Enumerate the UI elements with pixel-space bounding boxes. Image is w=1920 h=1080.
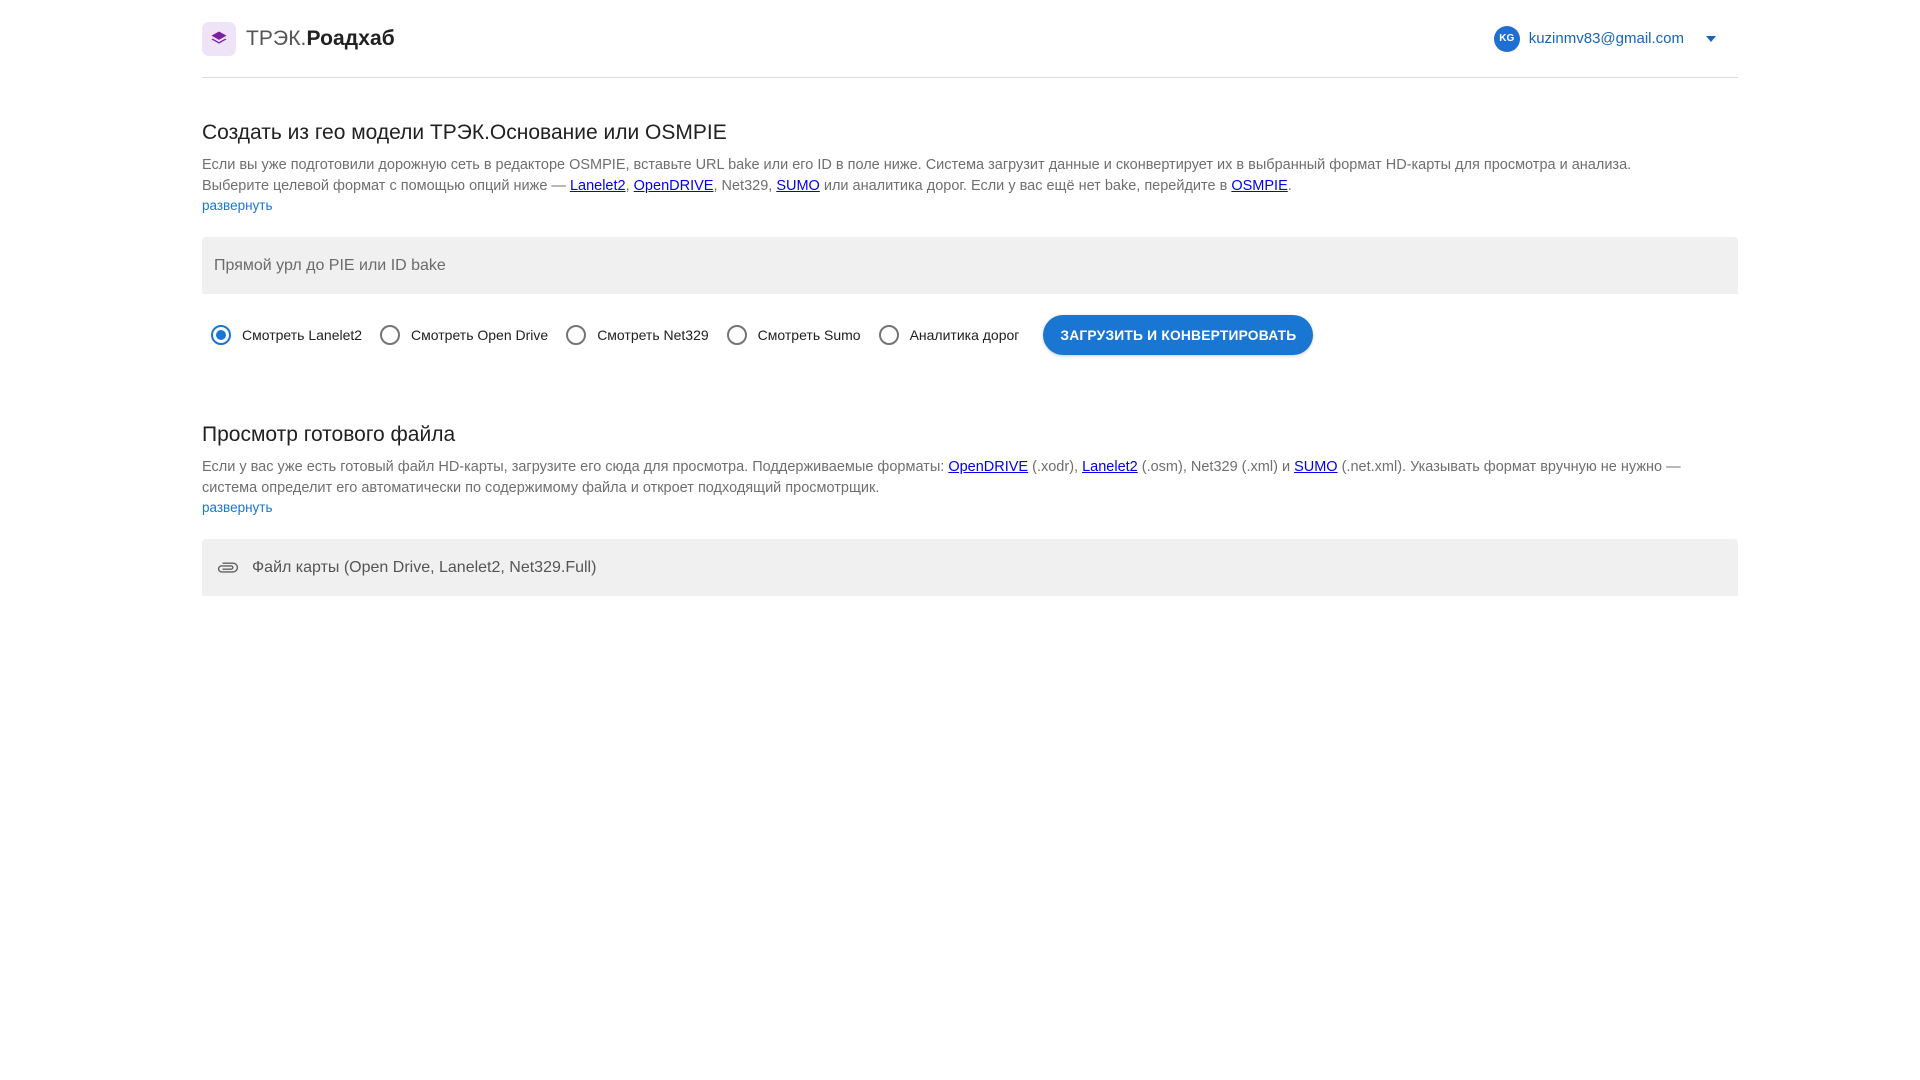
link-opendrive[interactable]: OpenDRIVE	[634, 178, 714, 194]
layers-icon	[211, 31, 227, 44]
avatar: KG	[1493, 25, 1520, 52]
desc-line-1: Если вы уже подготовили дорожную сеть в …	[202, 157, 1632, 173]
logo-box	[202, 21, 236, 56]
radio-label: Смотреть Net329	[597, 327, 709, 343]
radio-opendrive[interactable]: Смотреть Open Drive	[380, 325, 548, 345]
format-options: Смотреть Lanelet2 Смотреть Open Drive См…	[211, 315, 1314, 355]
radio-circle[interactable]	[211, 325, 231, 345]
bake-url-field[interactable]	[202, 237, 1738, 294]
desc-text: Если у вас уже есть готовый файл HD-карт…	[202, 459, 949, 475]
brand-name: ТРЭК.Роадхаб	[246, 27, 395, 51]
link-sumo[interactable]: SUMO	[776, 178, 820, 194]
view-file-section: Просмотр готового файла Если у вас уже е…	[202, 423, 1738, 517]
desc-text: (.osm), Net329 (.xml) и	[1137, 459, 1295, 475]
load-and-convert-button[interactable]: ЗАГРУЗИТЬ И КОНВЕРТИРОВАТЬ	[1043, 315, 1314, 355]
section-description-view: Если у вас уже есть готовый файл HD-карт…	[202, 457, 1738, 499]
radio-circle[interactable]	[380, 325, 401, 345]
paperclip-icon	[216, 556, 240, 580]
user-email: kuzinmv83@gmail.com	[1528, 30, 1684, 47]
section-title-create: Создать из гео модели ТРЭК.Основание или…	[202, 121, 727, 144]
app-header: ТРЭК.Роадхаб KG kuzinmv83@gmail.com	[202, 0, 1738, 78]
page-container: ТРЭК.Роадхаб KG kuzinmv83@gmail.com Созд…	[202, 0, 1738, 596]
desc-text: (.net.xml). Указывать формат вручную не …	[1337, 459, 1681, 475]
radio-net329[interactable]: Смотреть Net329	[566, 325, 709, 345]
brand[interactable]: ТРЭК.Роадхаб	[202, 21, 395, 56]
expand-link-view[interactable]: развернуть	[202, 500, 273, 515]
radio-circle[interactable]	[726, 325, 747, 345]
desc-line-1: Если у вас уже есть готовый файл HD-карт…	[202, 457, 1738, 478]
radio-label: Смотреть Lanelet2	[242, 327, 363, 343]
brand-name-bold: Роадхаб	[306, 26, 395, 50]
desc-line-2: Выберите целевой формат с помощью опций …	[202, 176, 1738, 197]
radio-label: Смотреть Sumo	[757, 327, 861, 343]
desc-text: ,	[625, 178, 634, 194]
desc-text: .	[1287, 178, 1292, 194]
map-file-upload[interactable]: Файл карты (Open Drive, Lanelet2, Net329…	[202, 539, 1738, 596]
radio-circle[interactable]	[878, 325, 899, 345]
desc-text: Выберите целевой формат с помощью опций …	[202, 178, 570, 194]
link-osmpie[interactable]: OSMPIE	[1231, 178, 1287, 194]
desc-text: , Net329,	[713, 178, 777, 194]
desc-text: или аналитика дорог. Если у вас ещё нет …	[819, 178, 1232, 194]
user-menu[interactable]: KG kuzinmv83@gmail.com	[1493, 25, 1716, 52]
radio-road-analytics[interactable]: Аналитика дорог	[878, 325, 1020, 345]
bake-url-input[interactable]	[214, 256, 1738, 275]
section-description-create: Если вы уже подготовили дорожную сеть в …	[202, 155, 1738, 197]
radio-lanelet2[interactable]: Смотреть Lanelet2	[211, 325, 362, 345]
section-title-view: Просмотр готового файла	[202, 423, 456, 446]
link-lanelet2[interactable]: Lanelet2	[570, 178, 626, 194]
create-from-geomodel-section: Создать из гео модели ТРЭК.Основание или…	[202, 121, 1738, 215]
radio-sumo[interactable]: Смотреть Sumo	[726, 325, 861, 345]
expand-link-create[interactable]: развернуть	[202, 198, 273, 213]
link-opendrive[interactable]: OpenDRIVE	[948, 459, 1028, 475]
radio-circle[interactable]	[566, 325, 587, 345]
arrow-drop-down-icon	[1706, 35, 1716, 42]
file-upload-label: Файл карты (Open Drive, Lanelet2, Net329…	[252, 558, 597, 576]
desc-line-2: система определит его автоматически по с…	[202, 480, 880, 496]
radio-label: Аналитика дорог	[909, 327, 1020, 343]
radio-label: Смотреть Open Drive	[411, 327, 549, 343]
link-sumo[interactable]: SUMO	[1294, 459, 1338, 475]
link-lanelet2[interactable]: Lanelet2	[1082, 459, 1138, 475]
brand-name-light: ТРЭК.	[246, 26, 307, 50]
desc-text: (.xodr),	[1028, 459, 1083, 475]
